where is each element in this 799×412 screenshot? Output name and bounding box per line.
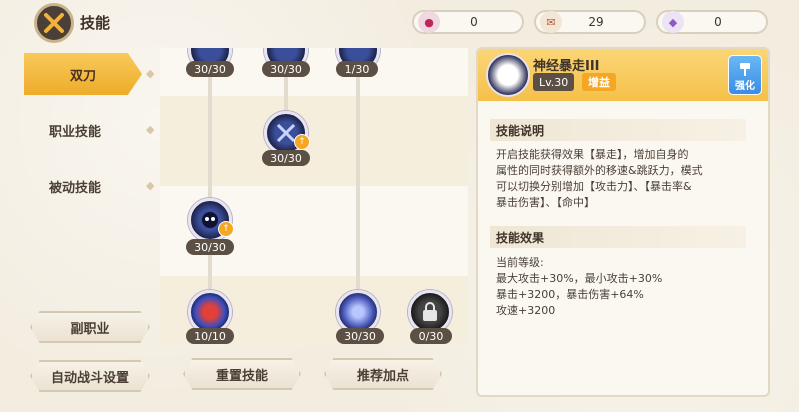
skill-level-label: 30/30 [186,61,234,77]
currency-red-gem[interactable]: ● 0 [412,10,524,34]
effect-line: 暴击+3200，暴击伤害+64% [496,288,644,301]
description-text: 开启技能获得效果【暴走】，增加自身的 属性的同时获得额外的移速&跳跃力，模式 可… [496,147,752,211]
description-line: 属性的同时获得额外的移速&跳跃力，模式 [496,164,703,177]
skill-name: 神经暴走III [533,59,600,74]
nav-marker-icon: ◆ [146,67,155,80]
skill-type-badge: 增益 [582,73,616,91]
nav-item-class-skills[interactable]: 职业技能 [0,109,150,151]
purple-crystal-icon: ◆ [662,11,684,33]
button-label: 推荐加点 [356,368,409,384]
reset-skills-button[interactable]: 重置技能 [183,358,301,390]
effect-line: 最大攻击+30%，最小攻击+30% [496,272,663,285]
skill-tree[interactable]: 30/30 30/30 1/30 ↑ 30/30 ↑ 30/30 10/10 3… [160,48,468,344]
upgrade-badge-icon: ↑ [218,221,234,237]
skill-level-label: 10/10 [186,328,234,344]
red-gem-icon: ● [418,11,440,33]
effect-title: 技能效果 [490,226,746,248]
effect-text: 当前等级: 最大攻击+30%，最小攻击+30% 暴击+3200，暴击伤害+64%… [496,255,752,319]
description-line: 开启技能获得效果【暴走】，增加自身的 [496,148,689,161]
skill-detail-header: 神经暴走III Lv.30 增益 强化 [478,49,768,101]
scroll-icon: ✉ [540,11,562,33]
skill-level-label: 1/30 [336,61,378,77]
currency-purple-crystal[interactable]: ◆ 0 [656,10,768,34]
skill-level-label: 30/30 [186,239,234,255]
lock-icon [423,302,437,321]
tree-row [160,96,468,186]
enhance-label: 强化 [735,81,755,92]
skill-level-label: 30/30 [262,61,310,77]
nav-item-dual-blades[interactable]: 双刀 [24,53,142,95]
effect-line: 攻速+3200 [496,304,556,317]
currency-scroll[interactable]: ✉ 29 [534,10,646,34]
skill-level-label: 0/30 [410,328,452,344]
nav-item-label: 被动技能 [48,180,101,196]
nav-item-label: 双刀 [69,68,96,84]
recommend-points-button[interactable]: 推荐加点 [324,358,442,390]
sub-class-button[interactable]: 副职业 [30,311,150,343]
skill-detail-panel: 神经暴走III Lv.30 增益 强化 技能说明 开启技能获得效果【暴走】，增加… [476,47,770,397]
description-title: 技能说明 [490,119,746,141]
description-line: 暴击伤害】、【命中】 [496,196,595,209]
button-label: 自动战斗设置 [50,370,129,386]
skill-level-badge: Lv.30 [533,73,575,91]
effect-line: 当前等级: [496,256,544,269]
enhance-button[interactable]: 强化 [728,55,762,95]
nav-marker-icon: ◆ [146,179,155,192]
hammer-icon [740,63,750,76]
upgrade-badge-icon: ↑ [294,134,310,150]
auto-battle-settings-button[interactable]: 自动战斗设置 [30,360,150,392]
skill-menu-icon[interactable] [34,3,74,43]
header: 技能 ● 0 ✉ 29 ◆ 0 [0,0,799,46]
skill-portrait-icon [486,53,530,97]
description-line: 可以切换分别增加【攻击力】、【暴击率& [496,180,692,193]
skill-level-label: 30/30 [262,150,310,166]
nav-item-passive-skills[interactable]: 被动技能 [0,165,150,207]
page-title: 技能 [80,14,111,32]
nav-item-label: 职业技能 [48,124,101,140]
button-label: 重置技能 [215,368,268,384]
nav-marker-icon: ◆ [146,123,155,136]
skill-level-label: 30/30 [336,328,384,344]
button-label: 副职业 [70,321,110,337]
